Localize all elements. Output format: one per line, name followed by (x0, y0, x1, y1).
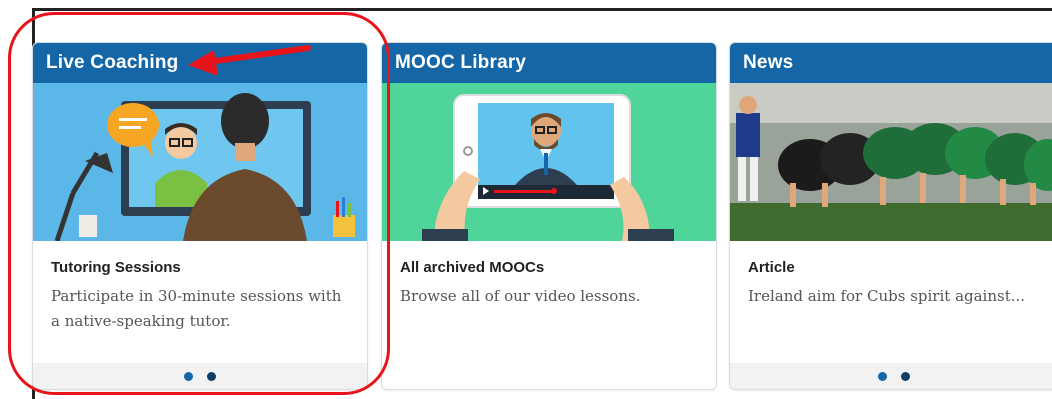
card-header[interactable]: Live Coaching (33, 43, 367, 83)
card-live-coaching[interactable]: Live Coaching Tutoring Sessions Particip… (32, 42, 368, 390)
tablet-video-svg (382, 83, 716, 241)
card-news[interactable]: News Article Ireland aim for Cubs spirit… (729, 42, 1052, 390)
card-title: Article (748, 259, 795, 276)
pagination-dot-1[interactable] (878, 371, 887, 381)
tablet-video-illustration[interactable] (382, 83, 716, 241)
carousel-pagination (730, 363, 1052, 389)
video-call-illustration[interactable] (33, 83, 367, 241)
carousel-pagination (33, 363, 367, 389)
pagination-dot-1[interactable] (184, 371, 193, 381)
card-mooc-library[interactable]: MOOC Library All archived MOOCs Browse a… (381, 42, 717, 390)
rugby-scrum-photo[interactable] (730, 83, 1052, 241)
video-call-svg (33, 83, 367, 241)
card-title: Tutoring Sessions (51, 259, 181, 276)
pagination-dot-2[interactable] (901, 371, 910, 381)
card-description: Participate in 30-minute sessions with a… (51, 287, 342, 330)
frame-top-border (32, 8, 1052, 11)
card-description: Ireland aim for Cubs spirit against... (748, 287, 1026, 305)
pagination-dot-2[interactable] (207, 371, 216, 381)
rugby-photo-svg (730, 83, 1052, 241)
card-header[interactable]: News (730, 43, 1052, 83)
card-header[interactable]: MOOC Library (382, 43, 716, 83)
card-title: All archived MOOCs (400, 259, 545, 276)
card-description: Browse all of our video lessons. (400, 287, 641, 305)
